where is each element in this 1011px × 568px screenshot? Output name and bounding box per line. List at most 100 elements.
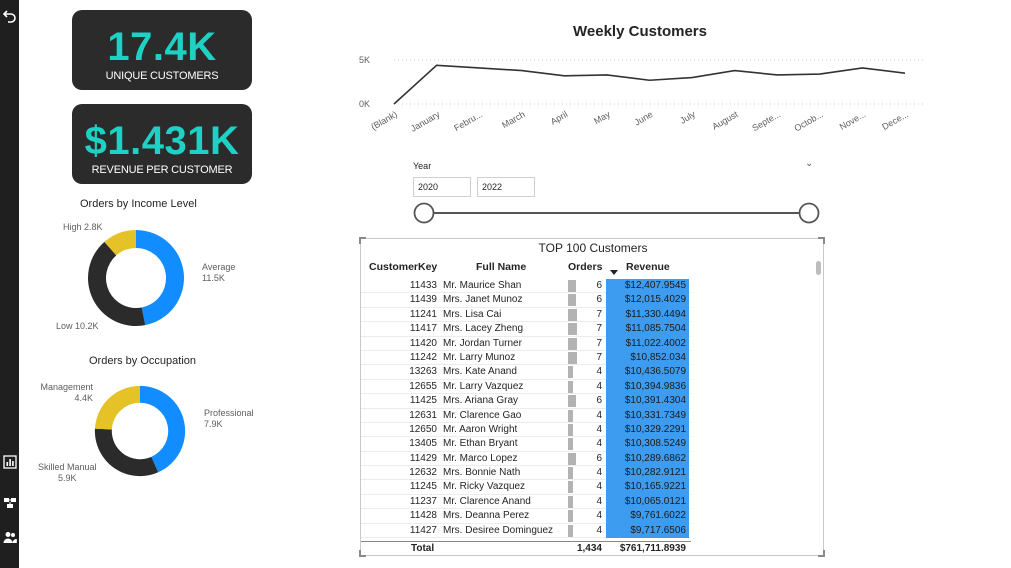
- table-row[interactable]: 11428 Mrs. Deanna Perez 4 $9,761.6022: [361, 509, 691, 524]
- table-row[interactable]: 11242 Mr. Larry Munoz 7 $10,852.034: [361, 350, 691, 366]
- cell-full-name: Mr. Larry Vazquez: [443, 380, 524, 392]
- cell-revenue: $10,329.2291: [606, 422, 689, 438]
- kpi-value: $1.431K: [84, 119, 240, 163]
- income-label-high: High 2.8K: [63, 222, 103, 232]
- table-row[interactable]: 12631 Mr. Clarence Gao 4 $10,331.7349: [361, 408, 691, 423]
- x-tick-label: (Blank): [369, 109, 399, 132]
- cell-orders: 4: [596, 495, 602, 507]
- report-canvas: { "rail": { "icons": ["back-icon", "repo…: [0, 0, 1011, 568]
- table-row[interactable]: 11433 Mr. Maurice Shan 6 $12,407.9545: [361, 279, 691, 294]
- header-full-name[interactable]: Full Name: [476, 261, 526, 273]
- cell-customerkey: 11427: [409, 524, 437, 536]
- cell-orders: 7: [596, 308, 602, 320]
- cell-full-name: Mrs. Janet Munoz: [443, 294, 523, 306]
- table-row[interactable]: 13263 Mrs. Kate Anand 4 $10,436.5079: [361, 365, 691, 380]
- table-row[interactable]: 11439 Mrs. Janet Munoz 6 $12,015.4029: [361, 293, 691, 308]
- cell-orders: 6: [596, 294, 602, 306]
- cell-orders: 7: [596, 351, 602, 363]
- occupation-donut-chart[interactable]: [93, 384, 187, 478]
- cell-customerkey: 12632: [409, 467, 437, 479]
- cell-orders: 4: [596, 380, 602, 392]
- income-donut-chart[interactable]: [86, 228, 186, 328]
- cell-full-name: Mrs. Lisa Cai: [443, 308, 502, 320]
- chart-title: Weekly Customers: [573, 23, 707, 40]
- y-tick-label: 0K: [359, 99, 370, 109]
- cell-orders: 7: [596, 323, 602, 335]
- scrollbar-thumb[interactable]: [816, 261, 821, 275]
- table-body: 11433 Mr. Maurice Shan 6 $12,407.9545 11439 M…: [361, 279, 691, 539]
- cell-revenue: $12,015.4029: [606, 293, 689, 308]
- header-revenue[interactable]: Revenue: [626, 261, 670, 273]
- year-to-input[interactable]: 2022: [477, 177, 535, 197]
- table-row[interactable]: 11429 Mr. Marco Lopez 6 $10,289.6862: [361, 451, 691, 467]
- occupation-label-management: Management 4.4K: [40, 382, 93, 403]
- cell-customerkey: 11242: [409, 351, 437, 363]
- x-tick-label: July: [678, 109, 697, 126]
- table-row[interactable]: 11427 Mrs. Desiree Dominguez 4 $9,717.6506: [361, 523, 691, 539]
- table-row[interactable]: 12655 Mr. Larry Vazquez 4 $10,394.9836: [361, 379, 691, 395]
- table-row[interactable]: 11241 Mrs. Lisa Cai 7 $11,330.4494: [361, 307, 691, 323]
- chevron-down-icon[interactable]: ⌄: [805, 158, 813, 169]
- kpi-card-unique-customers: 17.4K UNIQUE CUSTOMERS: [72, 10, 252, 90]
- report-icon[interactable]: [0, 452, 19, 472]
- table-row[interactable]: 11417 Mrs. Lacey Zheng 7 $11,085.7504: [361, 322, 691, 337]
- year-slicer-title: Year: [413, 161, 432, 171]
- cell-full-name: Mr. Marco Lopez: [443, 452, 518, 464]
- weekly-customers-line-chart[interactable]: 5K 0K(Blank) January Febru... March April May J…: [350, 50, 930, 140]
- table-row[interactable]: 11420 Mr. Jordan Turner 7 $11,022.4002: [361, 336, 691, 351]
- table-row[interactable]: 12632 Mrs. Bonnie Nath 4 $10,282.9121: [361, 466, 691, 481]
- x-tick-label: Nove...: [838, 109, 868, 132]
- table-row[interactable]: 12650 Mr. Aaron Wright 4 $10,329.2291: [361, 422, 691, 438]
- sort-desc-icon[interactable]: [610, 270, 618, 275]
- total-label: Total: [411, 543, 435, 554]
- cell-revenue: $10,165.9221: [606, 480, 689, 495]
- cell-orders: 6: [596, 280, 602, 291]
- occupation-slice-skilled-manual[interactable]: [94, 428, 159, 477]
- cell-customerkey: 11241: [409, 308, 437, 320]
- income-donut-title: Orders by Income Level: [80, 198, 197, 210]
- cell-full-name: Mrs. Lacey Zheng: [443, 323, 524, 335]
- back-icon[interactable]: [0, 6, 19, 26]
- table-row[interactable]: 11425 Mrs. Ariana Gray 6 $10,391.4304: [361, 394, 691, 409]
- cell-customerkey: 12650: [409, 423, 437, 435]
- occupation-label-skilled-manual: Skilled Manual 5.9K: [38, 462, 97, 483]
- cell-customerkey: 12655: [409, 380, 437, 392]
- income-slice-average[interactable]: [136, 230, 184, 326]
- x-tick-label: August: [710, 109, 740, 132]
- x-tick-label: January: [409, 109, 442, 134]
- occupation-slice-management[interactable]: [94, 385, 140, 430]
- cell-orders: 4: [596, 409, 602, 421]
- total-orders: 1,434: [576, 543, 602, 554]
- cell-revenue: $10,436.5079: [606, 365, 689, 380]
- header-orders[interactable]: Orders: [568, 261, 602, 273]
- income-label-low: Low 10.2K: [56, 321, 99, 331]
- x-tick-label: April: [549, 109, 570, 127]
- table-row[interactable]: 11237 Mr. Clarence Anand 4 $10,065.0121: [361, 494, 691, 510]
- cell-revenue: $10,289.6862: [606, 451, 689, 467]
- header-customerkey[interactable]: CustomerKey: [369, 261, 437, 273]
- year-range-slider[interactable]: [413, 201, 821, 225]
- cell-orders: 4: [596, 438, 602, 450]
- top-customers-table[interactable]: TOP 100 Customers CustomerKey Full Name …: [359, 237, 825, 557]
- cell-orders: 4: [596, 423, 602, 435]
- cell-revenue: $10,331.7349: [606, 408, 689, 423]
- model-icon[interactable]: [0, 492, 19, 512]
- x-tick-label: Febru...: [452, 109, 484, 133]
- cell-revenue: $10,852.034: [606, 350, 689, 366]
- x-tick-label: March: [500, 109, 527, 130]
- cell-customerkey: 13405: [409, 438, 437, 450]
- x-tick-label: Octob...: [793, 109, 825, 133]
- cell-customerkey: 11439: [409, 294, 437, 306]
- table-row[interactable]: 11245 Mr. Ricky Vazquez 4 $10,165.9221: [361, 480, 691, 495]
- x-tick-label: Dece...: [880, 109, 910, 132]
- income-label-average: Average 11.5K: [202, 262, 236, 283]
- table-row[interactable]: 13405 Mr. Ethan Bryant 4 $10,308.5249: [361, 437, 691, 452]
- slider-handle-end: [798, 202, 820, 224]
- cell-orders: 4: [596, 510, 602, 522]
- cell-revenue: $12,407.9545: [606, 279, 689, 294]
- cell-orders: 6: [596, 395, 602, 407]
- cell-customerkey: 11428: [409, 510, 437, 522]
- year-from-input[interactable]: 2020: [413, 177, 471, 197]
- users-icon[interactable]: [0, 527, 19, 547]
- cell-revenue: $10,282.9121: [606, 466, 689, 481]
